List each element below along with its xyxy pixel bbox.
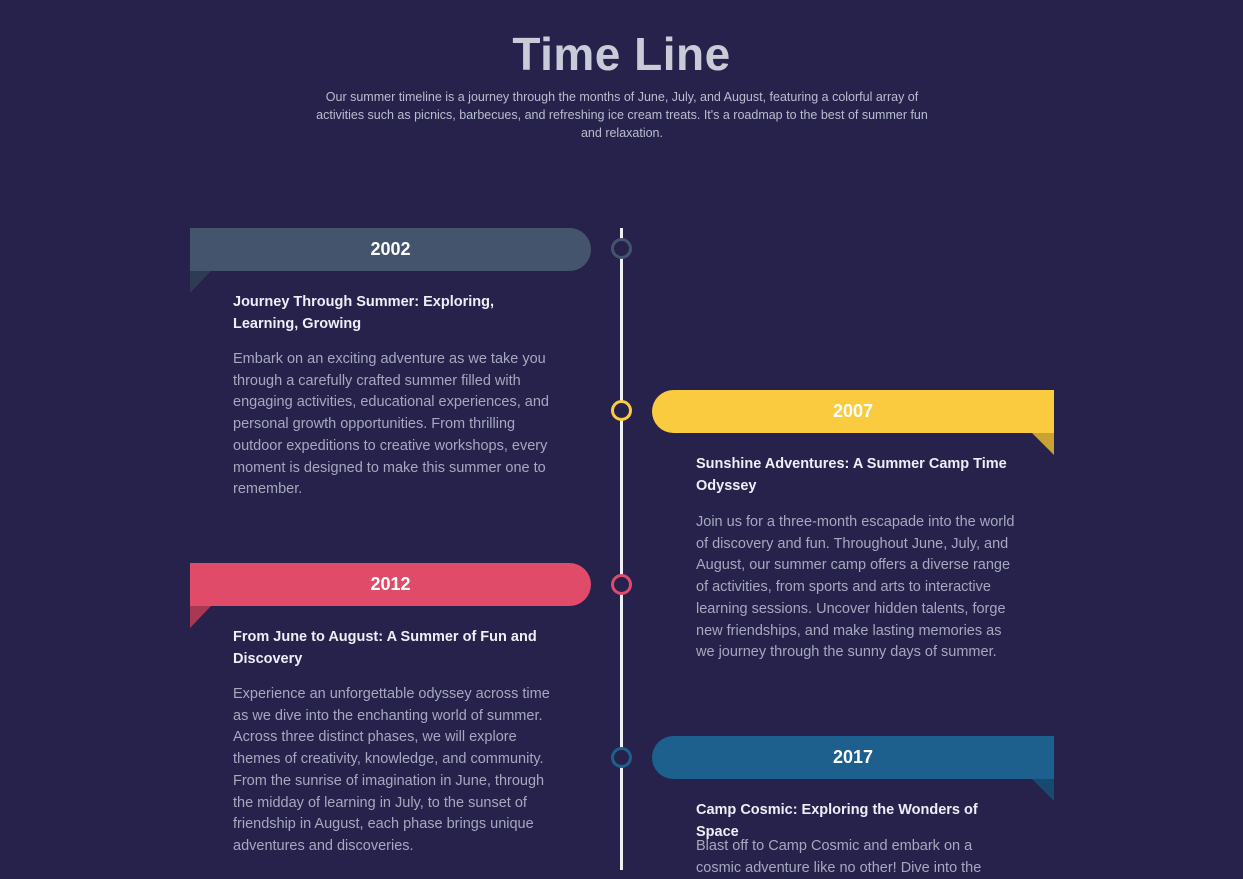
timeline-axis xyxy=(620,228,623,870)
timeline-marker-2017 xyxy=(611,747,632,768)
year-label-2017: 2017 xyxy=(832,747,874,767)
year-banner-2017: 2017 xyxy=(652,736,1054,779)
year-label-2002: 2002 xyxy=(370,239,411,259)
timeline-marker-2012 xyxy=(611,574,632,595)
event-body-2017: Blast off to Camp Cosmic and embark on a… xyxy=(696,838,982,876)
banner-fold-2017 xyxy=(1032,779,1054,801)
banner-fold-2007 xyxy=(1032,433,1054,455)
year-banner-2007: 2007 xyxy=(652,390,1054,433)
event-title-2002: Journey Through Summer: Exploring, Learn… xyxy=(233,294,495,332)
year-banner-2002: 2002 xyxy=(190,228,591,271)
event-body-2007: Join us for a three-month escapade into … xyxy=(696,514,1015,661)
event-title-2007: Sunshine Adventures: A Summer Camp Time … xyxy=(696,456,1007,494)
year-label-2012: 2012 xyxy=(370,574,411,594)
page-subtitle: Our summer timeline is a journey through… xyxy=(316,90,928,140)
page-title: Time Line xyxy=(512,28,731,80)
year-banner-2012: 2012 xyxy=(190,563,591,606)
banner-fold-2012 xyxy=(190,606,211,628)
event-title-2012: From June to August: A Summer of Fun and… xyxy=(233,629,537,667)
timeline-marker-2002 xyxy=(611,238,632,259)
event-body-2012: Experience an unforgettable odyssey acro… xyxy=(233,686,550,854)
event-body-2002: Embark on an exciting adventure as we ta… xyxy=(233,351,549,498)
banner-fold-2002 xyxy=(190,271,211,293)
year-label-2007: 2007 xyxy=(832,401,874,421)
timeline-marker-2007 xyxy=(611,400,632,421)
